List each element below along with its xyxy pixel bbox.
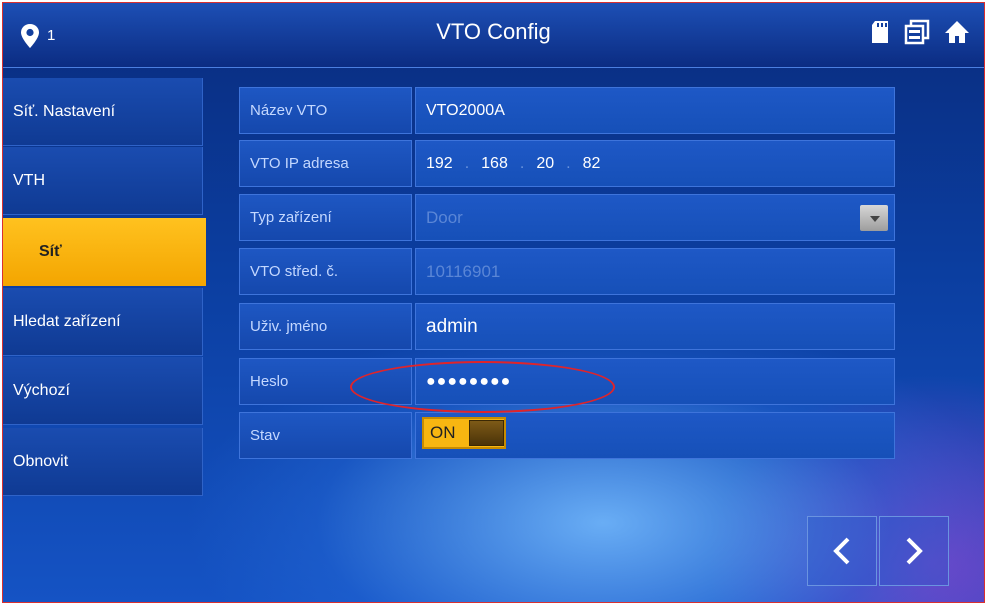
vto-ip-input[interactable]: 192 . 168 . 20 . 82	[415, 140, 895, 187]
sidebar-item-default[interactable]: Výchozí	[3, 357, 203, 425]
highlight-annotation-circle	[350, 361, 615, 413]
form-row-vto-center: VTO střed. č. 10116901	[239, 248, 895, 297]
sidebar-item-restore[interactable]: Obnovit	[3, 428, 203, 496]
page-title: VTO Config	[436, 19, 551, 44]
sidebar-item-label: Síť. Nastavení	[13, 102, 116, 120]
field-label: Uživ. jméno	[239, 303, 412, 350]
form-row-device-type: Typ zařízení Door	[239, 194, 895, 243]
sidebar-item-label: Hledat zařízení	[13, 312, 121, 330]
sidebar-item-search-device[interactable]: Hledat zařízení	[3, 288, 203, 356]
sidebar-item-label: Síť	[39, 243, 62, 260]
ip-octet[interactable]: 168	[481, 155, 508, 173]
chevron-down-icon[interactable]	[860, 205, 888, 231]
vto-config-screen: 1 VTO Config Síť. Nastavení VTH Síť Hled…	[2, 2, 985, 603]
sidebar-item-label: Obnovit	[13, 452, 69, 470]
device-type-value: Door	[426, 207, 463, 227]
sidebar: Síť. Nastavení VTH Síť Hledat zařízení V…	[3, 68, 206, 602]
sidebar-item-network-settings[interactable]: Síť. Nastavení	[3, 78, 203, 146]
sidebar-item-network[interactable]: Síť	[3, 218, 206, 286]
form-row-status: Stav ON	[239, 412, 895, 461]
ip-separator: .	[566, 154, 571, 172]
sd-card-icon[interactable]	[870, 20, 890, 49]
copy-windows-icon[interactable]	[904, 19, 930, 50]
sidebar-item-label: Výchozí	[13, 381, 70, 399]
vto-name-input[interactable]: VTO2000A	[415, 87, 895, 134]
form-row-vto-ip: VTO IP adresa 192 . 168 . 20 . 82	[239, 140, 895, 189]
form-row-username: Uživ. jméno admin	[239, 303, 895, 352]
sidebar-item-vth[interactable]: VTH	[3, 147, 203, 215]
next-arrow-icon	[906, 537, 923, 565]
sidebar-item-label: VTH	[13, 171, 45, 189]
status-toggle[interactable]: ON	[422, 417, 506, 449]
field-label: VTO IP adresa	[239, 140, 412, 187]
home-icon[interactable]	[944, 20, 970, 49]
prev-arrow-icon	[833, 537, 850, 565]
ip-separator: .	[519, 154, 525, 172]
ip-octet[interactable]: 192	[426, 155, 453, 173]
ip-octet[interactable]: 82	[583, 155, 601, 173]
toggle-knob	[468, 420, 504, 446]
toggle-label: ON	[430, 423, 456, 442]
ip-separator: .	[464, 154, 470, 172]
form-row-vto-name: Název VTO VTO2000A	[239, 87, 895, 136]
next-page-button[interactable]	[879, 516, 949, 586]
field-label: VTO střed. č.	[239, 248, 412, 295]
field-label: Název VTO	[239, 87, 412, 134]
ip-octet[interactable]: 20	[536, 155, 554, 173]
field-label: Typ zařízení	[239, 194, 412, 241]
username-input[interactable]: admin	[415, 303, 895, 350]
prev-page-button[interactable]	[807, 516, 877, 586]
status-field: ON	[415, 412, 895, 459]
device-type-select[interactable]: Door	[415, 194, 895, 241]
top-bar: 1 VTO Config	[3, 3, 984, 68]
field-label: Stav	[239, 412, 412, 459]
vto-center-number-field: 10116901	[415, 248, 895, 295]
